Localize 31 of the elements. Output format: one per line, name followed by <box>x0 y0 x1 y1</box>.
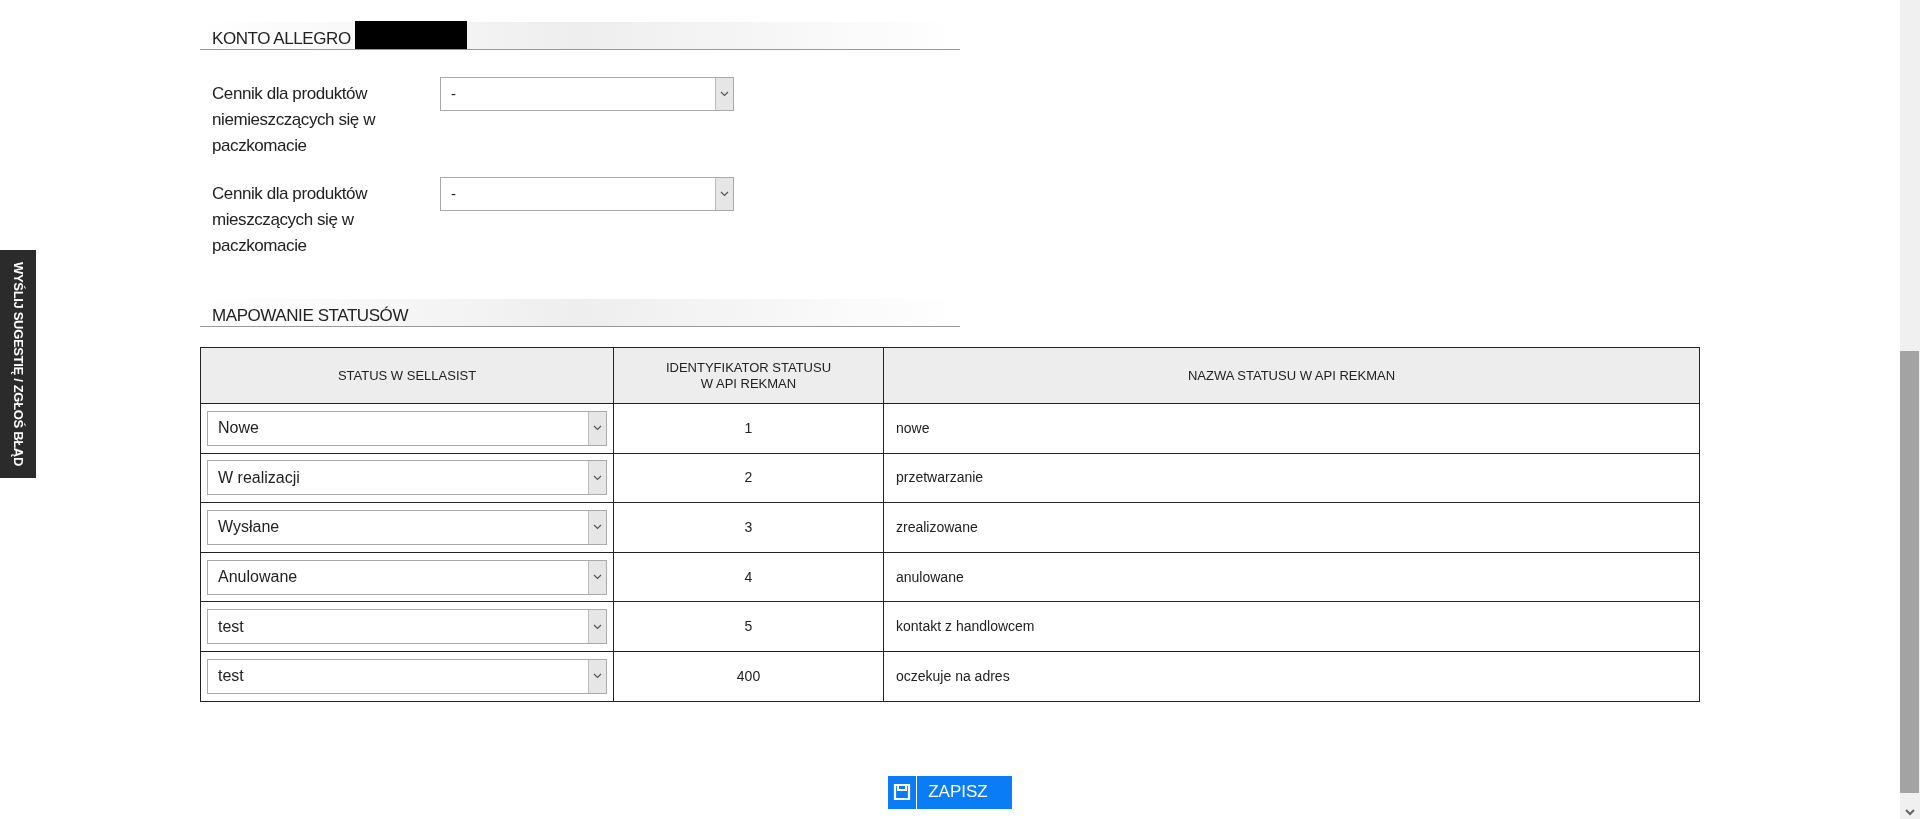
table-cell: 5 <box>613 601 884 652</box>
status-select[interactable]: Nowe <box>207 410 607 446</box>
status-select[interactable]: Anulowane <box>207 559 607 595</box>
status-select[interactable]: Wysłane <box>207 510 607 545</box>
save-button[interactable]: ZAPISZ <box>888 775 1012 809</box>
table-cell: 1 <box>613 403 884 454</box>
table-cell: 2 <box>613 453 884 503</box>
status-select[interactable]: W realizacji <box>207 460 607 496</box>
status-select[interactable]: test <box>207 658 607 694</box>
column-header: STATUS W SELLASIST <box>200 347 614 404</box>
table-cell: 400 <box>613 651 884 702</box>
field-label: Cennik dla produktów niemieszczących się w paczkomacie <box>212 83 377 157</box>
section-title: KONTO ALLEGRO <box>212 30 351 47</box>
table-cell: przetwarzanie <box>883 453 1700 503</box>
status-select[interactable]: test <box>207 609 607 645</box>
table-cell: kontakt z handlowcem <box>883 601 1700 652</box>
table-cell: 3 <box>613 502 884 553</box>
table-cell: nowe <box>883 403 1700 454</box>
select-field[interactable]: - <box>440 77 734 111</box>
table-cell: oczekuje na adres <box>883 651 1700 702</box>
field-label: Cennik dla produktów mieszczących się w paczkomacie <box>212 183 369 257</box>
select-field[interactable]: - <box>440 177 734 211</box>
table-cell: zrealizowane <box>883 502 1700 553</box>
table-cell: anulowane <box>883 552 1700 602</box>
scrollbar-thumb[interactable] <box>1900 351 1919 793</box>
table-cell: 4 <box>613 552 884 602</box>
column-header: IDENTYFIKATOR STATUSU W API REKMAN <box>613 347 884 404</box>
scroll-down-icon[interactable] <box>1905 809 1915 816</box>
column-header: NAZWA STATUSU W API REKMAN <box>883 347 1700 404</box>
side-tab[interactable]: WYŚLIJ SUGESTIĘ / ZGŁOŚ BŁĄD <box>0 250 36 478</box>
section-title: MAPOWANIE STATUSÓW <box>212 307 409 324</box>
